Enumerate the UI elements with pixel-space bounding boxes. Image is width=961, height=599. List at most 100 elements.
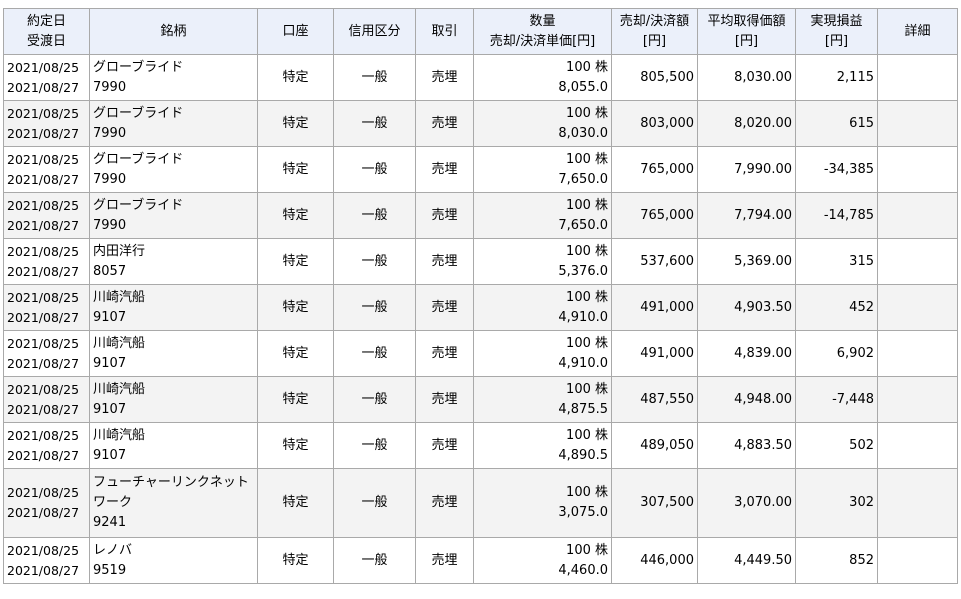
trade-cell: 売埋	[415, 422, 474, 469]
header-amount: 売却/決済額 [円]	[611, 8, 698, 55]
stock-code: 9107	[93, 447, 127, 463]
header-qty: 数量 売却/決済単価[円]	[473, 8, 612, 55]
stock-name: 内田洋行	[93, 243, 146, 259]
header-pl-unit: [円]	[824, 33, 849, 49]
pl-cell: -7,448	[795, 376, 878, 423]
credit-cell: 一般	[333, 422, 416, 469]
unit-price: 5,376.0	[558, 263, 608, 279]
credit-cell: 一般	[333, 146, 416, 193]
pl-cell: -14,785	[795, 192, 878, 239]
avg-cost-cell: 4,903.50	[697, 284, 796, 331]
account-cell: 特定	[257, 284, 334, 331]
amount-cell: 765,000	[611, 146, 698, 193]
qty-cell: 100 株 4,460.0	[473, 537, 612, 584]
unit-price: 3,075.0	[558, 505, 608, 520]
qty: 100 株	[566, 105, 608, 121]
trade-cell: 売埋	[415, 192, 474, 239]
stock-code: 8057	[93, 263, 127, 279]
settle-date: 2021/08/27	[7, 217, 80, 233]
header-avg-cost: 平均取得価額 [円]	[697, 8, 796, 55]
account-cell: 特定	[257, 192, 334, 239]
account-cell: 特定	[257, 100, 334, 147]
unit-price: 4,890.5	[558, 447, 608, 463]
account-cell: 特定	[257, 54, 334, 101]
settle-date: 2021/08/27	[7, 79, 80, 95]
credit-cell: 一般	[333, 238, 416, 285]
stock-name: グローブライド	[93, 105, 184, 121]
table-row: 2021/08/25 2021/08/27 川崎汽船 9107 特定 一般 売埋…	[3, 284, 958, 331]
stock-name: 川崎汽船	[93, 335, 146, 351]
table-row: 2021/08/25 2021/08/27 川崎汽船 9107 特定 一般 売埋…	[3, 422, 958, 469]
amount-cell: 803,000	[611, 100, 698, 147]
detail-cell	[877, 376, 958, 423]
account-cell: 特定	[257, 330, 334, 377]
stock-name: レノバ	[93, 542, 133, 558]
stock-code: 9107	[93, 355, 127, 371]
qty-cell: 100 株 8,030.0	[473, 100, 612, 147]
qty-cell: 100 株 7,650.0	[473, 192, 612, 239]
trade-date: 2021/08/25	[7, 542, 80, 558]
date-cell: 2021/08/25 2021/08/27	[3, 537, 90, 584]
avg-cost-cell: 8,020.00	[697, 100, 796, 147]
account-cell: 特定	[257, 537, 334, 584]
credit-cell: 一般	[333, 284, 416, 331]
pl-cell: 2,115	[795, 54, 878, 101]
trade-cell: 売埋	[415, 468, 474, 538]
qty: 100 株	[566, 335, 608, 351]
credit-cell: 一般	[333, 376, 416, 423]
qty: 100 株	[566, 485, 608, 500]
avg-cost-cell: 4,839.00	[697, 330, 796, 377]
pl-cell: 452	[795, 284, 878, 331]
header-detail: 詳細	[877, 8, 958, 55]
settle-date: 2021/08/27	[7, 171, 80, 187]
avg-cost-cell: 8,030.00	[697, 54, 796, 101]
pl-cell: 315	[795, 238, 878, 285]
detail-cell	[877, 192, 958, 239]
header-dates: 約定日 受渡日	[3, 8, 90, 55]
stock-name: 川崎汽船	[93, 289, 146, 305]
unit-price: 4,910.0	[558, 355, 608, 371]
trade-date: 2021/08/25	[7, 381, 80, 397]
table-row: 2021/08/25 2021/08/27 グローブライド 7990 特定 一般…	[3, 146, 958, 193]
header-pl-label: 実現損益	[810, 13, 863, 29]
avg-cost-cell: 4,449.50	[697, 537, 796, 584]
credit-cell: 一般	[333, 192, 416, 239]
stock-code: 7990	[93, 125, 127, 141]
stock-name: グローブライド	[93, 59, 184, 75]
trade-cell: 売埋	[415, 284, 474, 331]
stock-name: フューチャーリンクネット	[93, 475, 249, 490]
qty: 100 株	[566, 243, 608, 259]
date-cell: 2021/08/25 2021/08/27	[3, 238, 90, 285]
date-cell: 2021/08/25 2021/08/27	[3, 422, 90, 469]
amount-cell: 805,500	[611, 54, 698, 101]
table-row: 2021/08/25 2021/08/27 グローブライド 7990 特定 一般…	[3, 100, 958, 147]
header-unit-price-label: 売却/決済単価[円]	[489, 33, 596, 49]
detail-cell	[877, 468, 958, 538]
unit-price: 4,460.0	[558, 562, 608, 578]
credit-cell: 一般	[333, 330, 416, 377]
stock-cell: 川崎汽船 9107	[89, 376, 258, 423]
stock-code: 7990	[93, 171, 127, 187]
detail-cell	[877, 238, 958, 285]
detail-cell	[877, 146, 958, 193]
table-row: 2021/08/25 2021/08/27 グローブライド 7990 特定 一般…	[3, 54, 958, 101]
avg-cost-cell: 4,948.00	[697, 376, 796, 423]
amount-cell: 537,600	[611, 238, 698, 285]
stock-cell: レノバ 9519	[89, 537, 258, 584]
avg-cost-cell: 7,794.00	[697, 192, 796, 239]
stock-cell: グローブライド 7990	[89, 146, 258, 193]
amount-cell: 446,000	[611, 537, 698, 584]
realized-pl-table: 約定日 受渡日 銘柄 口座 信用区分 取引 数量 売却/決済単価[円] 売却/決…	[3, 8, 958, 584]
settle-date: 2021/08/27	[7, 447, 80, 463]
pl-cell: 852	[795, 537, 878, 584]
qty: 100 株	[566, 289, 608, 305]
stock-name: グローブライド	[93, 197, 184, 213]
stock-cell: 内田洋行 8057	[89, 238, 258, 285]
qty: 100 株	[566, 427, 608, 443]
qty: 100 株	[566, 59, 608, 75]
header-avg-cost-label: 平均取得価額	[707, 13, 786, 29]
credit-cell: 一般	[333, 468, 416, 538]
trade-date: 2021/08/25	[7, 59, 80, 75]
account-cell: 特定	[257, 468, 334, 538]
amount-cell: 491,000	[611, 284, 698, 331]
